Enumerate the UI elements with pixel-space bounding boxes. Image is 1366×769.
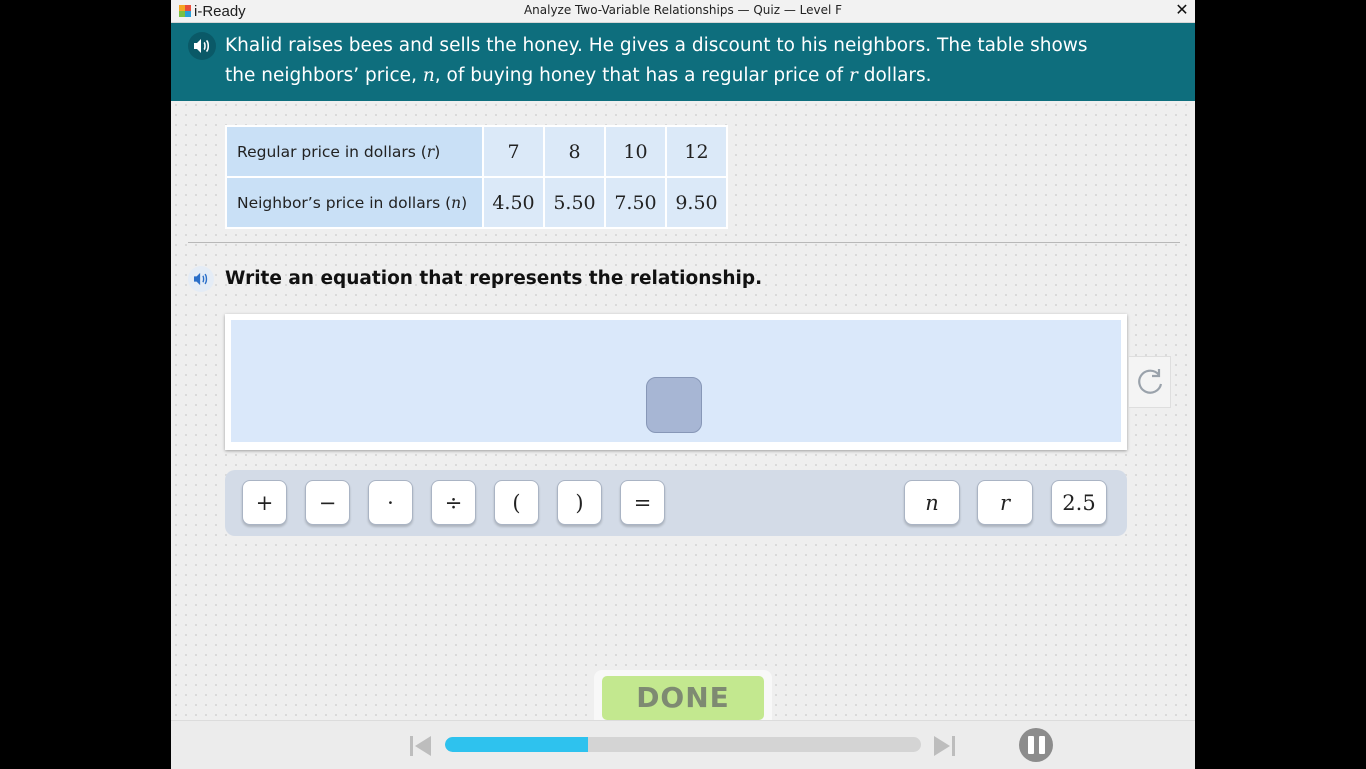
- read-aloud-problem-button[interactable]: [188, 32, 216, 60]
- pause-bar-icon: [1038, 736, 1045, 754]
- table-cell: 4.50: [484, 178, 543, 227]
- previous-icon[interactable]: [407, 733, 433, 759]
- row-header-neighbor: Neighbor’s price in dollars (n): [227, 178, 482, 227]
- pause-button[interactable]: [1019, 728, 1053, 762]
- key-divide[interactable]: ÷: [431, 480, 476, 525]
- refresh-icon: [1137, 369, 1162, 394]
- key-minus[interactable]: −: [305, 480, 350, 525]
- speaker-icon: [194, 39, 210, 53]
- table-cell: 12: [667, 127, 726, 176]
- table-row-neighbor: Neighbor’s price in dollars (n) 4.50 5.5…: [227, 178, 726, 227]
- table-cell: 10: [606, 127, 665, 176]
- problem-line-2a: the neighbors’ price,: [225, 65, 423, 86]
- table-cell: 8: [545, 127, 604, 176]
- key-number[interactable]: 2.5: [1051, 480, 1107, 525]
- key-n-label: n: [925, 490, 939, 515]
- progress-bar: [445, 737, 921, 752]
- price-table: Regular price in dollars (r) 7 8 10 12 N…: [225, 125, 728, 229]
- variable-n: n: [422, 65, 435, 86]
- problem-line-2c: dollars.: [857, 65, 932, 86]
- row-var: n: [451, 193, 462, 212]
- key-variable-r[interactable]: r: [977, 480, 1033, 525]
- done-button[interactable]: DONE: [602, 676, 764, 720]
- key-plus[interactable]: +: [242, 480, 287, 525]
- problem-banner: Khalid raises bees and sells the honey. …: [171, 23, 1195, 101]
- section-divider: [188, 242, 1180, 243]
- title-bar: i-Ready Analyze Two-Variable Relationshi…: [171, 0, 1195, 23]
- read-aloud-question-button[interactable]: [188, 266, 214, 292]
- problem-text: Khalid raises bees and sells the honey. …: [225, 31, 1105, 91]
- row-paren: ): [434, 142, 441, 161]
- equation-drop-area[interactable]: [231, 320, 1121, 442]
- problem-line-2: the neighbors’ price, n, of buying honey…: [225, 61, 1105, 91]
- close-button[interactable]: ✕: [1173, 0, 1191, 20]
- key-multiply[interactable]: ·: [368, 480, 413, 525]
- key-r-label: r: [999, 490, 1011, 515]
- question-text: Write an equation that represents the re…: [225, 268, 763, 289]
- footer-bar: [171, 720, 1195, 769]
- table-cell: 7.50: [606, 178, 665, 227]
- speaker-icon: [194, 272, 208, 286]
- empty-answer-slot[interactable]: [646, 377, 702, 433]
- window-title: Analyze Two-Variable Relationships — Qui…: [523, 3, 843, 17]
- next-icon[interactable]: [932, 733, 958, 759]
- progress-fill: [445, 737, 588, 752]
- row-label: Regular price in dollars (: [237, 142, 427, 161]
- problem-line-2b: , of buying honey that has a regular pri…: [434, 65, 850, 86]
- row-paren: ): [461, 193, 468, 212]
- table-cell: 5.50: [545, 178, 604, 227]
- reset-button[interactable]: [1128, 356, 1171, 408]
- key-equals[interactable]: =: [620, 480, 665, 525]
- table-row-regular: Regular price in dollars (r) 7 8 10 12: [227, 127, 726, 176]
- key-close-paren[interactable]: ): [557, 480, 602, 525]
- key-open-paren[interactable]: (: [494, 480, 539, 525]
- key-variable-n[interactable]: n: [904, 480, 960, 525]
- app-window: i-Ready Analyze Two-Variable Relationshi…: [171, 0, 1195, 769]
- row-header-regular: Regular price in dollars (r): [227, 127, 482, 176]
- equation-answer-box: [225, 314, 1127, 450]
- table-cell: 9.50: [667, 178, 726, 227]
- variable-r: r: [849, 65, 858, 86]
- row-label: Neighbor’s price in dollars (: [237, 193, 452, 212]
- equation-keypad: + − · ÷ ( ) = n r 2.5: [225, 470, 1127, 536]
- table-cell: 7: [484, 127, 543, 176]
- pause-bar-icon: [1027, 736, 1034, 754]
- problem-line-1: Khalid raises bees and sells the honey. …: [225, 35, 1088, 56]
